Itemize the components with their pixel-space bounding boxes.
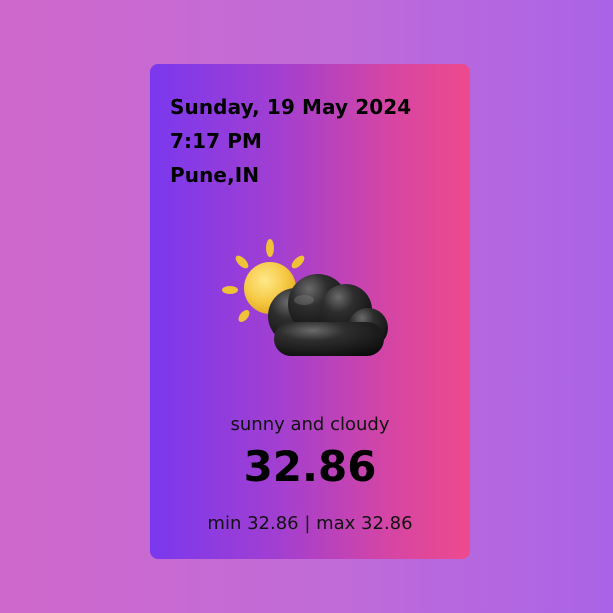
location-label: Pune,IN <box>170 163 260 187</box>
weather-description: sunny and cloudy <box>230 414 390 435</box>
time-label: 7:17 PM <box>170 129 262 153</box>
date-label: Sunday, 19 May 2024 <box>170 95 412 119</box>
partly-cloudy-icon <box>218 234 398 364</box>
temperature-range: min 32.86 | max 32.86 <box>207 513 413 534</box>
weather-meta: Sunday, 19 May 2024 7:17 PM Pune,IN <box>170 90 411 192</box>
weather-card: Sunday, 19 May 2024 7:17 PM Pune,IN sunn… <box>150 64 470 559</box>
temperature-value: 32.86 <box>243 442 377 491</box>
